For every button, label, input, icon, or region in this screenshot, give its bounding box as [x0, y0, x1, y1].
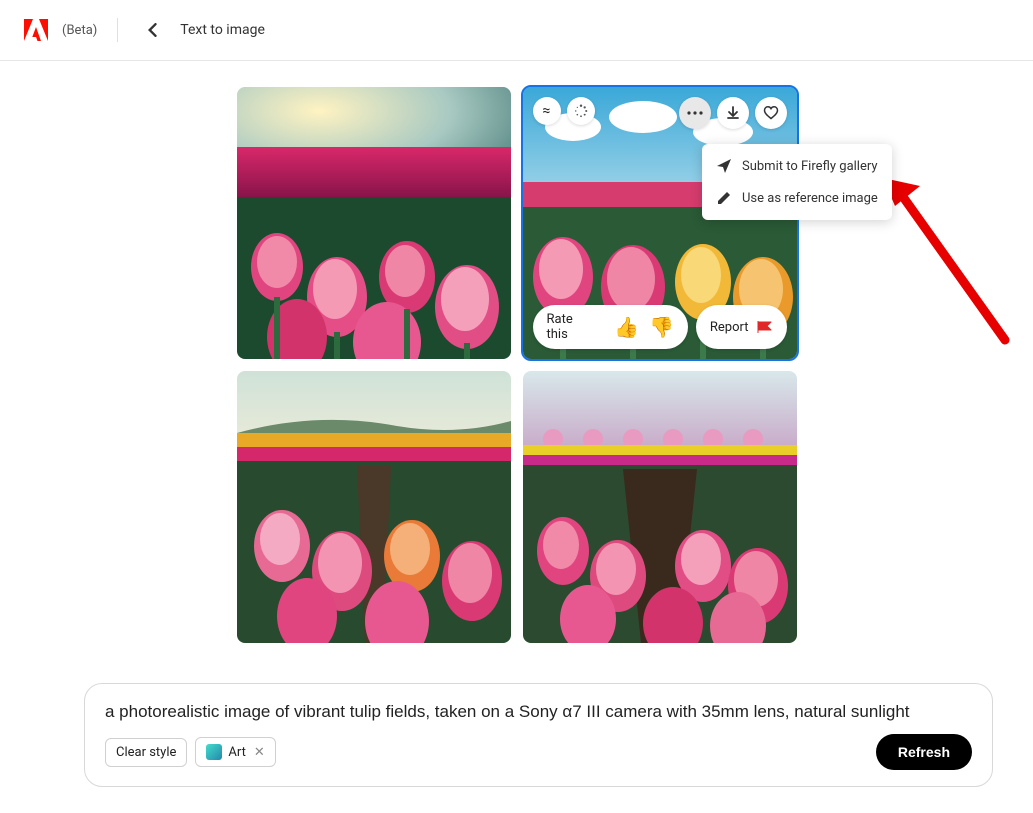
- rate-pill: Rate this 👍 👎: [533, 305, 688, 349]
- result-tile[interactable]: [523, 371, 797, 643]
- tile-bottom-actions: Rate this 👍 👎 Report: [533, 305, 787, 349]
- back-button[interactable]: [138, 16, 166, 44]
- prompt-bar: Clear style Art ✕ Refresh: [84, 683, 993, 787]
- favorite-button[interactable]: [755, 97, 787, 129]
- chevron-left-icon: [147, 23, 157, 37]
- menu-submit-gallery[interactable]: Submit to Firefly gallery: [702, 150, 892, 182]
- style-tag-chip[interactable]: Art ✕: [195, 737, 275, 767]
- generated-image: [237, 87, 511, 359]
- more-options-button[interactable]: [679, 97, 711, 129]
- header-divider: [117, 18, 118, 42]
- heart-icon: [763, 105, 779, 121]
- loading-style-icon[interactable]: [567, 97, 595, 125]
- button-label: Refresh: [898, 744, 950, 760]
- generated-image: [237, 371, 511, 643]
- refresh-button[interactable]: Refresh: [876, 734, 972, 770]
- download-icon: [725, 105, 741, 121]
- report-label: Report: [710, 320, 749, 335]
- more-options-menu: Submit to Firefly gallery Use as referen…: [702, 144, 892, 220]
- prompt-chip-row: Clear style Art ✕ Refresh: [105, 734, 972, 770]
- menu-use-reference[interactable]: Use as reference image: [702, 182, 892, 214]
- clear-style-button[interactable]: Clear style: [105, 738, 187, 767]
- style-tag-swatch-icon: [206, 744, 222, 760]
- menu-item-label: Submit to Firefly gallery: [742, 159, 878, 174]
- adobe-logo-icon: [24, 19, 48, 41]
- thumbs-down-button[interactable]: 👎: [649, 315, 674, 339]
- rate-label: Rate this: [547, 312, 595, 342]
- remove-style-tag-button[interactable]: ✕: [254, 745, 265, 760]
- beta-label: (Beta): [62, 23, 97, 38]
- generated-image: [523, 371, 797, 643]
- chip-label: Art: [228, 745, 245, 760]
- tile-style-indicators: ≈: [533, 97, 595, 125]
- result-tile[interactable]: [237, 87, 511, 359]
- report-button[interactable]: Report: [696, 305, 787, 349]
- send-icon: [716, 158, 732, 174]
- similar-style-icon[interactable]: ≈: [533, 97, 561, 125]
- pencil-icon: [716, 190, 732, 206]
- download-button[interactable]: [717, 97, 749, 129]
- result-tile-active[interactable]: ≈ Rate this 👍 👎 Report: [523, 87, 797, 359]
- ellipsis-icon: [687, 111, 703, 115]
- thumbs-up-button[interactable]: 👍: [614, 315, 639, 339]
- app-header: (Beta) Text to image: [0, 0, 1033, 61]
- flag-icon: [757, 320, 773, 334]
- result-tile[interactable]: [237, 371, 511, 643]
- chip-label: Clear style: [116, 745, 176, 760]
- tile-action-buttons: [679, 97, 787, 129]
- menu-item-label: Use as reference image: [742, 191, 878, 206]
- prompt-input[interactable]: [105, 702, 972, 734]
- page-title: Text to image: [180, 22, 265, 38]
